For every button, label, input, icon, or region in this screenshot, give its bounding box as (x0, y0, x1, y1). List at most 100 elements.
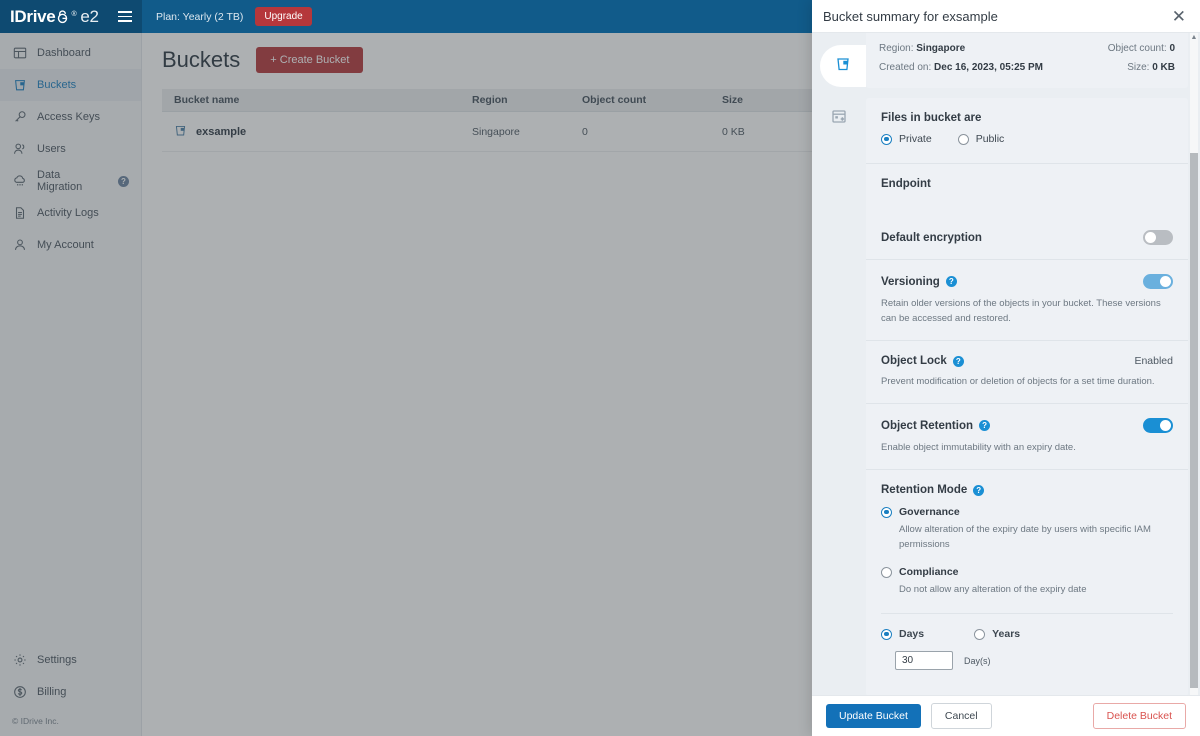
object-retention-toggle[interactable] (1143, 418, 1173, 433)
radio-private[interactable]: Private (881, 133, 932, 145)
created-value: Dec 16, 2023, 05:25 PM (934, 62, 1044, 73)
default-encryption-toggle[interactable] (1143, 230, 1173, 245)
calendar-add-icon (831, 108, 847, 129)
radio-governance-dot[interactable] (881, 506, 892, 518)
radio-days-label: Days (899, 628, 925, 640)
plan-label: Plan: Yearly (2 TB) (156, 10, 244, 23)
size-value: 0 KB (1152, 62, 1175, 73)
bucket-settings-card: Files in bucket are Private Public Endpo… (866, 98, 1188, 695)
section-files-access: Files in bucket are Private Public (866, 98, 1188, 164)
retention-duration-input[interactable] (895, 651, 953, 670)
object-lock-title-text: Object Lock (881, 355, 947, 367)
hamburger-menu-icon[interactable] (118, 11, 132, 22)
radio-days-dot (881, 628, 892, 640)
governance-label-row: Governance (881, 506, 1173, 518)
radio-private-dot (881, 133, 892, 145)
retention-duration-unit-label: Day(s) (964, 655, 991, 666)
versioning-title-text: Versioning (881, 275, 940, 288)
compliance-description: Do not allow any alteration of the expir… (899, 584, 1087, 595)
object-lock-row: Object Lock ? Enabled (881, 355, 1173, 367)
panel-footer: Update Bucket Cancel Delete Bucket (812, 695, 1200, 736)
update-bucket-button[interactable]: Update Bucket (826, 704, 921, 728)
section-object-retention: Object Retention ? Enable object immutab… (866, 404, 1188, 470)
size-label: Size: (1127, 62, 1150, 73)
created-pair: Created on: Dec 16, 2023, 05:25 PM (879, 58, 1043, 77)
object-retention-row: Object Retention ? (881, 418, 1173, 433)
retention-mode-governance[interactable]: Governance Allow alteration of the expir… (881, 506, 1173, 552)
retention-duration-row: Day(s) (895, 651, 1173, 670)
radio-public-dot (957, 133, 969, 145)
retention-mode-title-text: Retention Mode (881, 484, 968, 496)
panel-body: Region: Singapore Object count: 0 Create… (812, 33, 1200, 695)
logo-text: IDrive (10, 6, 56, 26)
section-endpoint: Endpoint (866, 164, 1188, 216)
radio-public-label: Public (975, 133, 1005, 145)
section-default-encryption: Default encryption (866, 216, 1188, 260)
governance-description: Allow alteration of the expiry date by u… (899, 524, 1151, 550)
section-versioning: Versioning ? Retain older versions of th… (866, 260, 1188, 341)
object-count-value: 0 (1169, 43, 1175, 54)
help-icon[interactable]: ? (979, 420, 991, 431)
compliance-label-row: Compliance (881, 566, 1173, 578)
panel-title: Bucket summary for exsample (823, 8, 998, 24)
modal-backdrop[interactable] (0, 33, 812, 736)
default-encryption-row: Default encryption (881, 230, 1173, 245)
scroll-up-arrow-icon[interactable]: ▲ (1190, 33, 1198, 42)
size-pair: Size: 0 KB (1127, 58, 1175, 77)
versioning-toggle[interactable] (1143, 274, 1173, 289)
section-object-lock: Object Lock ? Enabled Prevent modificati… (866, 341, 1188, 404)
lock-icon (55, 9, 70, 24)
created-label: Created on: (879, 62, 932, 73)
logo-suffix: e2 (80, 6, 99, 26)
radio-compliance-dot[interactable] (881, 566, 892, 578)
radio-years-dot (974, 628, 986, 640)
object-retention-title: Object Retention ? (881, 420, 991, 432)
delete-bucket-button[interactable]: Delete Bucket (1092, 703, 1186, 729)
summary-row-region: Region: Singapore Object count: 0 (879, 39, 1175, 58)
versioning-row: Versioning ? (881, 274, 1173, 289)
radio-private-label: Private (899, 133, 932, 145)
cancel-button[interactable]: Cancel (930, 703, 992, 729)
upgrade-button[interactable]: Upgrade (255, 7, 312, 26)
bucket-summary-card: Region: Singapore Object count: 0 Create… (866, 33, 1188, 88)
panel-scrollbar-thumb[interactable] (1190, 153, 1198, 688)
close-icon[interactable]: ✕ (1172, 8, 1186, 25)
idrive-logo[interactable]: IDrive ® e2 (10, 7, 99, 27)
panel-scroll-area: Region: Singapore Object count: 0 Create… (866, 33, 1200, 695)
logo-trademark: ® (71, 10, 77, 18)
files-access-radios: Private Public (881, 133, 1173, 145)
governance-label: Governance (899, 506, 960, 518)
radio-years[interactable]: Years (974, 628, 1020, 640)
object-lock-status: Enabled (1134, 355, 1173, 367)
object-count-label: Object count: (1107, 43, 1167, 54)
tab-lifecycle-rules[interactable] (812, 97, 866, 139)
panel-header: Bucket summary for exsample ✕ (812, 0, 1200, 33)
files-access-title: Files in bucket are (881, 112, 982, 124)
panel-tab-rail (812, 33, 866, 695)
object-lock-description: Prevent modification or deletion of obje… (881, 376, 1155, 387)
retention-mode-title: Retention Mode ? (881, 484, 1173, 496)
tab-bucket-settings[interactable] (820, 45, 866, 87)
versioning-description: Retain older versions of the objects in … (881, 298, 1161, 324)
summary-row-created: Created on: Dec 16, 2023, 05:25 PM Size:… (879, 58, 1175, 77)
retention-unit-radios: Days Years (881, 628, 1173, 640)
region-value: Singapore (916, 43, 966, 54)
brand-zone: IDrive ® e2 (0, 0, 142, 33)
radio-days[interactable]: Days (881, 628, 924, 640)
region-label: Region: (879, 43, 914, 54)
help-icon[interactable]: ? (973, 484, 985, 496)
help-icon[interactable]: ? (952, 355, 964, 367)
object-retention-description: Enable object immutability with an expir… (881, 442, 1076, 453)
divider (881, 613, 1173, 614)
endpoint-title: Endpoint (881, 178, 931, 190)
retention-mode-compliance[interactable]: Compliance Do not allow any alteration o… (881, 566, 1173, 597)
bucket-summary-panel: Bucket summary for exsample ✕ Region: Si… (812, 0, 1200, 736)
plan-zone: Plan: Yearly (2 TB) Upgrade (142, 7, 312, 26)
radio-public[interactable]: Public (957, 133, 1005, 145)
versioning-title: Versioning ? (881, 276, 957, 288)
app-root: IDrive ® e2 Plan: Yearly (2 TB) Upgrade (0, 0, 1200, 736)
section-retention-mode: Retention Mode ? Governance Allow altera… (866, 470, 1188, 695)
radio-years-label: Years (992, 628, 1021, 640)
help-icon[interactable]: ? (945, 276, 957, 287)
default-encryption-title: Default encryption (881, 231, 982, 244)
